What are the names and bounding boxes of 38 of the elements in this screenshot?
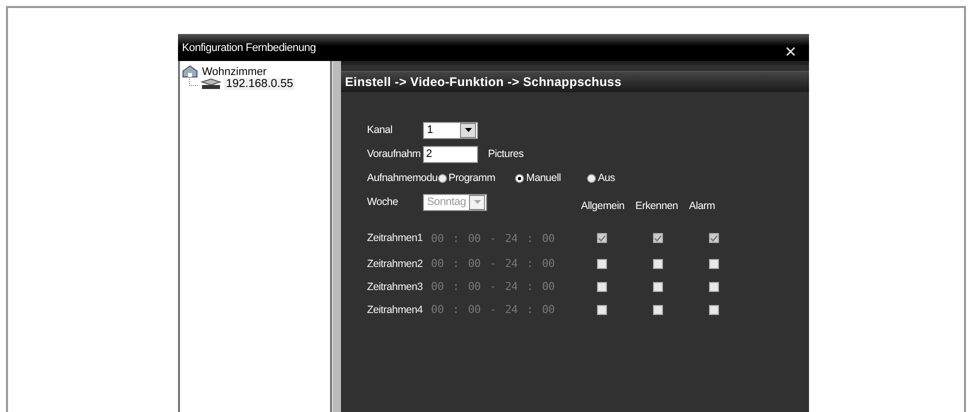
- checkbox[interactable]: [652, 258, 663, 268]
- time-slot-label: Zeitrahmen4: [367, 304, 424, 316]
- channel-dropdown[interactable]: 1: [423, 122, 478, 138]
- tree-item[interactable]: Wohnzimmer: [202, 66, 267, 78]
- field-label: Woche: [367, 196, 399, 208]
- checkbox[interactable]: [596, 233, 607, 243]
- time-slot-label: Zeitrahmen1: [367, 232, 424, 244]
- input-field[interactable]: 2: [423, 146, 478, 162]
- unit-label: Pictures: [488, 148, 524, 160]
- column-header: Allgemein: [581, 200, 624, 212]
- time-slot-label: Zeitrahmen2: [367, 258, 424, 270]
- field-label: Kanal: [367, 124, 394, 136]
- radio-option[interactable]: Programm: [438, 172, 496, 184]
- house-icon: [182, 65, 198, 78]
- checkbox[interactable]: [596, 282, 607, 292]
- radio-option[interactable]: Manuell: [515, 172, 561, 184]
- field-label: Aufnahmemodu: [367, 172, 438, 184]
- checkbox[interactable]: [708, 233, 719, 243]
- tree-item[interactable]: 192.168.0.55: [224, 78, 296, 90]
- caret-icon: [464, 128, 472, 132]
- checkbox[interactable]: [596, 258, 607, 268]
- checkbox[interactable]: [652, 233, 663, 243]
- checkbox[interactable]: [652, 282, 663, 292]
- checkbox[interactable]: [708, 282, 719, 292]
- column-header: Erkennen: [635, 200, 678, 212]
- checkbox[interactable]: [596, 304, 607, 314]
- close-button[interactable]: ✕: [776, 42, 805, 60]
- radio-option[interactable]: Aus: [586, 172, 616, 184]
- checkbox[interactable]: [708, 304, 719, 314]
- caret-icon: [474, 200, 480, 204]
- checkbox[interactable]: [708, 258, 719, 268]
- window-title: Konfiguration Fernbedienung: [182, 42, 316, 54]
- field-label: Voraufnahm: [367, 148, 422, 160]
- checkbox[interactable]: [652, 304, 663, 314]
- breadcrumb: Einstell -> Video-Funktion -> Schnappschuss: [345, 75, 622, 89]
- time-slot-label: Zeitrahmen3: [367, 280, 424, 292]
- column-header: Alarm: [688, 200, 715, 212]
- device-icon: [200, 78, 222, 90]
